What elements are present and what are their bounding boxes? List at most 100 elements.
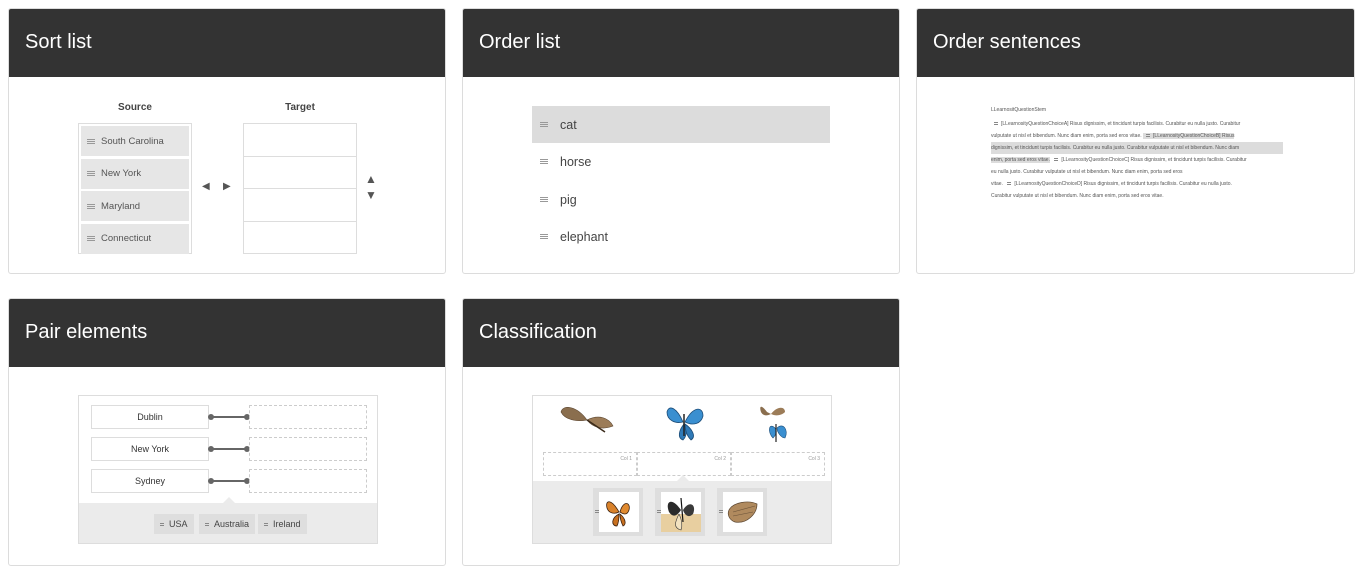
sentence-text: enim, porta sed eros vitae.: [991, 157, 1050, 163]
orange-butterfly-icon: [606, 501, 630, 527]
choices-tray: USA Australia Ireland: [79, 497, 377, 543]
card-title: Order list: [463, 9, 899, 77]
drag-handle-icon: [540, 234, 548, 239]
drag-handle-icon: [160, 522, 164, 526]
chip-label: Australia: [214, 519, 250, 529]
pair-drop-slot: [249, 437, 367, 461]
target-slot: [244, 189, 356, 222]
connector-icon: [208, 478, 250, 484]
sentence-line: vulputate ut nisl et bibendum. Nunc diam…: [991, 130, 1283, 142]
image-frame: [599, 492, 639, 532]
swallowtail-butterfly-icon: [661, 497, 701, 532]
card-title: Sort list: [9, 9, 445, 77]
drag-handle-icon: [87, 236, 95, 241]
sentences-text: LLearnositQuestionStem [LLearnosityQuest…: [991, 104, 1283, 202]
order-list-preview: cat horse pig elephant: [463, 77, 899, 273]
drag-handle-icon: [994, 122, 998, 126]
image-chip: [593, 488, 643, 536]
target-slot: [244, 124, 356, 157]
card-title: Order sentences: [917, 9, 1354, 77]
pair-left-item: Sydney: [91, 469, 209, 493]
sort-list-preview: Source Target South Carolina New York Ma…: [9, 77, 445, 273]
sort-list-card[interactable]: Sort list Source Target South Carolina N…: [8, 8, 446, 274]
choices-tray: [533, 475, 831, 543]
butterfly-pair-icon: [760, 406, 787, 442]
list-item-label: South Carolina: [101, 135, 164, 147]
order-sentences-preview: LLearnositQuestionStem [LLearnosityQuest…: [917, 77, 1354, 273]
image-frame: [661, 492, 701, 532]
pair-elements-preview: Dublin New York Sydney USA Australia Ire…: [9, 367, 445, 565]
pair-left-item: New York: [91, 437, 209, 461]
pair-left-item: Dublin: [91, 405, 209, 429]
blue-butterfly-icon: [666, 407, 704, 441]
pair-drop-slot: [249, 469, 367, 493]
drag-handle-icon: [87, 203, 95, 209]
sentence-text: vitae.: [991, 181, 1003, 187]
choice-chip: USA: [154, 514, 194, 534]
arrow-right-icon: ▶: [223, 181, 231, 192]
image-frame: [723, 492, 763, 532]
chip-label: Ireland: [273, 519, 301, 529]
column-drop-zone: Col 1: [543, 452, 637, 476]
drag-handle-icon: [1054, 158, 1059, 162]
sentence-line: eu nulla justo. Curabitur vulputate ut n…: [991, 169, 1183, 175]
list-item: elephant: [532, 218, 830, 255]
target-slot: [244, 222, 356, 255]
list-item-label: cat: [560, 117, 577, 132]
sentence-line: Curabitur vulputate ut nisl et bibendum.…: [991, 193, 1164, 199]
order-list-card[interactable]: Order list cat horse pig elephant: [462, 8, 900, 274]
card-title: Classification: [463, 299, 899, 367]
arrow-down-icon: ▼: [365, 188, 377, 202]
choice-chip: Australia: [199, 514, 256, 534]
brown-moth-icon: [727, 501, 758, 523]
list-item-label: Connecticut: [101, 233, 152, 244]
pair-elements-card[interactable]: Pair elements Dublin New York Sydney USA…: [8, 298, 446, 566]
question-stem: LLearnositQuestionStem: [991, 107, 1047, 113]
source-label: Source: [118, 102, 152, 113]
pair-drop-slot: [249, 405, 367, 429]
sentence-line: [LLearnosityQuestionChoiceA] Risus digni…: [991, 118, 1283, 130]
drag-handle-icon: [205, 522, 209, 526]
sentence-line: dignissim, et tincidunt turpis facilisis…: [991, 142, 1283, 154]
list-item-label: Maryland: [101, 200, 141, 212]
moth-icon: [560, 407, 614, 433]
list-item: pig: [532, 181, 830, 218]
sentence-text: vulputate ut nisl et bibendum. Nunc diam…: [991, 133, 1142, 139]
sentence-text: [LLearnosityQuestionChoiceC] Risus digni…: [1061, 157, 1247, 163]
connector-icon: [208, 414, 250, 420]
drag-handle-icon: [87, 138, 95, 144]
target-list: [243, 123, 357, 254]
pair-frame: Dublin New York Sydney USA Australia Ire…: [78, 395, 378, 544]
list-item: Connecticut: [81, 223, 189, 254]
classification-preview: Col 1 Col 2 Col 3: [463, 367, 899, 565]
target-label: Target: [285, 102, 315, 113]
sentence-line: enim, porta sed eros vitae. [LLearnosity…: [991, 154, 1283, 166]
order-sentences-card[interactable]: Order sentences LLearnositQuestionStem […: [916, 8, 1355, 274]
connector-icon: [208, 446, 250, 452]
list-item: cat: [532, 106, 830, 143]
list-item-label: elephant: [560, 229, 608, 244]
list-item-label: pig: [560, 192, 577, 207]
drag-handle-icon: [540, 159, 548, 164]
image-chip: [717, 488, 767, 536]
choice-chip: Ireland: [258, 514, 307, 534]
arrow-up-icon: ▲: [365, 172, 377, 186]
column-drop-zone: Col 3: [731, 452, 825, 476]
sentence-line: vitae. [LLearnosityQuestionChoiceD] Risu…: [991, 178, 1283, 190]
card-title: Pair elements: [9, 299, 445, 367]
list-item: horse: [532, 143, 830, 180]
drag-handle-icon: [540, 122, 548, 127]
source-list: South Carolina New York Maryland Connect…: [78, 123, 192, 254]
list-item: Maryland: [81, 191, 189, 221]
list-item-label: horse: [560, 154, 592, 169]
drag-handle-icon: [87, 171, 95, 176]
image-chip: [655, 488, 705, 536]
sentence-text: [LLearnosityQuestionChoiceA] Risus digni…: [1001, 121, 1241, 127]
drag-handle-icon: [1146, 134, 1151, 138]
sentence-text: [LLearnosityQuestionChoiceD] Risus digni…: [1014, 181, 1232, 187]
classification-frame: Col 1 Col 2 Col 3: [532, 395, 832, 544]
list-item: New York: [81, 158, 189, 189]
classification-card[interactable]: Classification Col 1 Col 2 Col 3: [462, 298, 900, 566]
drag-handle-icon: [1007, 182, 1012, 186]
sentence-text: [LLearnosityQuestionChoiceB] Risus: [1153, 133, 1235, 139]
